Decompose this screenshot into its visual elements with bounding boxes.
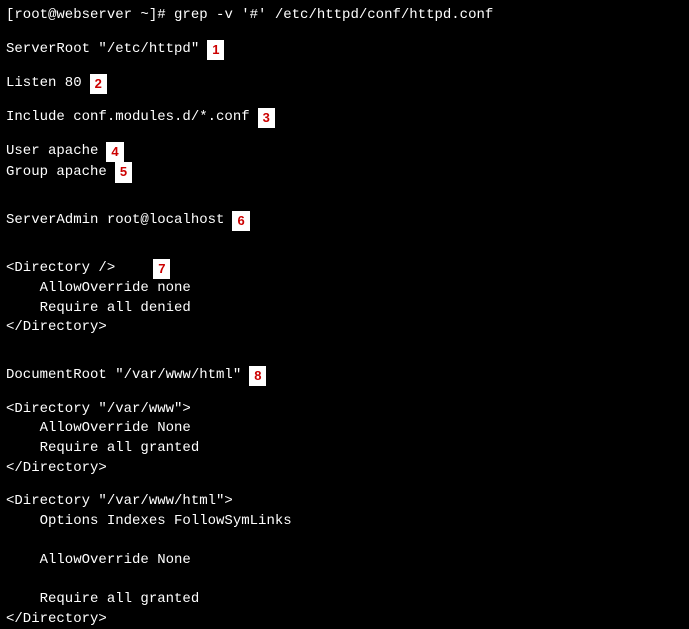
annotation-badge-6: 6 — [232, 211, 249, 231]
shell-prompt: [root@webserver ~]# — [6, 6, 174, 26]
config-text: AllowOverride none — [6, 279, 191, 299]
config-line-directory-root: <Directory /> 7 — [6, 259, 683, 279]
config-text: Require all granted — [6, 439, 199, 459]
config-text: </Directory> — [6, 318, 107, 338]
config-line: </Directory> — [6, 318, 683, 338]
config-line: <Directory "/var/www/html"> — [6, 492, 683, 512]
annotation-badge-7: 7 — [153, 259, 170, 279]
config-line-serverroot: ServerRoot "/etc/httpd" 1 — [6, 40, 683, 60]
config-line — [6, 531, 683, 551]
annotation-badge-4: 4 — [106, 142, 123, 162]
config-line: <Directory "/var/www"> — [6, 400, 683, 420]
config-text: DocumentRoot "/var/www/html" — [6, 366, 241, 386]
config-text: </Directory> — [6, 610, 107, 629]
command-text: grep -v '#' /etc/httpd/conf/httpd.conf — [174, 6, 493, 26]
command-line: [root@webserver ~]# grep -v '#' /etc/htt… — [6, 6, 683, 26]
config-text: Require all denied — [6, 299, 191, 319]
config-text: </Directory> — [6, 459, 107, 479]
config-line-group: Group apache 5 — [6, 162, 683, 182]
config-line: Require all granted — [6, 439, 683, 459]
annotation-badge-3: 3 — [258, 108, 275, 128]
config-text: Require all granted — [6, 590, 199, 610]
config-line: AllowOverride none — [6, 279, 683, 299]
terminal-output: [root@webserver ~]# grep -v '#' /etc/htt… — [6, 6, 683, 629]
config-line-serveradmin: ServerAdmin root@localhost 6 — [6, 211, 683, 231]
config-line-user: User apache 4 — [6, 142, 683, 162]
config-text: <Directory "/var/www"> — [6, 400, 191, 420]
config-text: <Directory /> — [6, 259, 115, 279]
config-line: </Directory> — [6, 610, 683, 629]
config-line-documentroot: DocumentRoot "/var/www/html" 8 — [6, 366, 683, 386]
config-line: AllowOverride None — [6, 419, 683, 439]
annotation-badge-2: 2 — [90, 74, 107, 94]
config-line: Require all granted — [6, 590, 683, 610]
config-text: <Directory "/var/www/html"> — [6, 492, 233, 512]
config-line: AllowOverride None — [6, 551, 683, 571]
config-text: AllowOverride None — [6, 551, 191, 571]
config-text: Group apache — [6, 163, 107, 183]
config-line-include: Include conf.modules.d/*.conf 3 — [6, 108, 683, 128]
config-text: Include conf.modules.d/*.conf — [6, 108, 250, 128]
config-text: Options Indexes FollowSymLinks — [6, 512, 292, 532]
annotation-badge-5: 5 — [115, 162, 132, 182]
annotation-badge-8: 8 — [249, 366, 266, 386]
config-line-listen: Listen 80 2 — [6, 74, 683, 94]
config-text: Listen 80 — [6, 74, 82, 94]
config-text: AllowOverride None — [6, 419, 191, 439]
config-text: ServerRoot "/etc/httpd" — [6, 40, 199, 60]
config-text: ServerAdmin root@localhost — [6, 211, 224, 231]
config-text: User apache — [6, 142, 98, 162]
annotation-badge-1: 1 — [207, 40, 224, 60]
config-line: Require all denied — [6, 299, 683, 319]
config-line: Options Indexes FollowSymLinks — [6, 512, 683, 532]
config-line: </Directory> — [6, 459, 683, 479]
config-line — [6, 571, 683, 591]
